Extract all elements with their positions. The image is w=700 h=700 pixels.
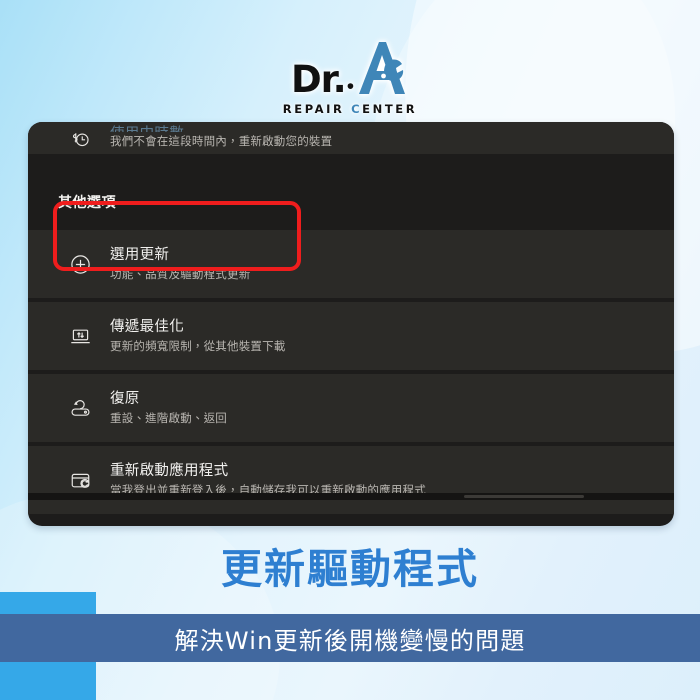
logo-mark: Dr. • [291,40,409,98]
settings-row-title: 復原 [110,391,140,408]
settings-row-title: 重新啟動應用程式 [110,463,229,480]
settings-row-title: 傳遞最佳化 [110,319,184,336]
settings-row-text: 傳遞最佳化 更新的頻寬限制，從其他裝置下載 [102,318,286,353]
poster-subtitle-band: 解決Win更新後開機變慢的問題 [0,614,700,662]
accent-strip-bottom [0,662,96,700]
settings-row-text: 選用更新 功能、品質及驅動程式更新 [102,246,250,281]
logo-tagline-right: ENTER [362,102,418,116]
plus-circle-icon [58,253,102,276]
windows-settings-screenshot: 使用中時數 我們不會在這段時間內，重新啟動您的裝置 其他選項 選用更新 功能、品… [28,122,674,526]
logo-tagline-accent: C [351,102,363,116]
poster-canvas: Dr. • REPAIR CENTER 我們不會在這段時間內，重新啟動您的裝置 … [0,0,700,700]
settings-row-text: 使用中時數 我們不會在這段時間內，重新啟動您的裝置 [102,125,332,149]
settings-row-recovery[interactable]: 復原 重設、進階啟動、返回 [28,374,674,442]
poster-subtitle: 解決Win更新後開機變慢的問題 [174,626,526,655]
settings-row-restart-apps[interactable]: 重新啟動應用程式 當我登出並重新登入後，自動儲存我可以重新啟動的應用程式 [28,446,674,514]
settings-row-text: 復原 重設、進階啟動、返回 [102,390,227,425]
settings-row-active-hours[interactable]: 使用中時數 我們不會在這段時間內，重新啟動您的裝置 [28,122,674,154]
settings-row-desc: 我們不會在這段時間內，重新啟動您的裝置 [110,134,333,149]
accent-strip-top [0,592,96,614]
screenshot-bottom-edge [28,493,674,500]
settings-row-title: 使用中時數 [110,125,332,132]
settings-row-delivery-optimization[interactable]: 傳遞最佳化 更新的頻寬限制，從其他裝置下載 [28,302,674,370]
poster-title: 更新驅動程式 [221,545,479,593]
brand-logo: Dr. • REPAIR CENTER [0,40,700,122]
recovery-drive-icon [58,397,102,420]
logo-tagline-left: REPAIR [282,102,352,116]
restart-apps-icon [58,469,102,492]
section-heading-more-options: 其他選項 [58,195,116,211]
settings-row-desc: 重設、進階啟動、返回 [110,410,227,425]
logo-text-dr: Dr. [290,58,347,101]
settings-row-optional-updates[interactable]: 選用更新 功能、品質及驅動程式更新 [28,230,674,298]
settings-list: 使用中時數 我們不會在這段時間內，重新啟動您的裝置 其他選項 選用更新 功能、品… [28,122,674,514]
logo-tagline: REPAIR CENTER [283,102,417,116]
settings-row-desc: 更新的頻寬限制，從其他裝置下載 [110,338,286,353]
clock-settings-icon [58,128,102,149]
scrollbar-thumb[interactable] [464,495,584,498]
logo-wrench-a-icon [353,40,409,98]
settings-row-title: 選用更新 [110,247,170,264]
delivery-optimization-icon [58,325,102,348]
settings-row-desc: 功能、品質及驅動程式更新 [110,266,251,281]
